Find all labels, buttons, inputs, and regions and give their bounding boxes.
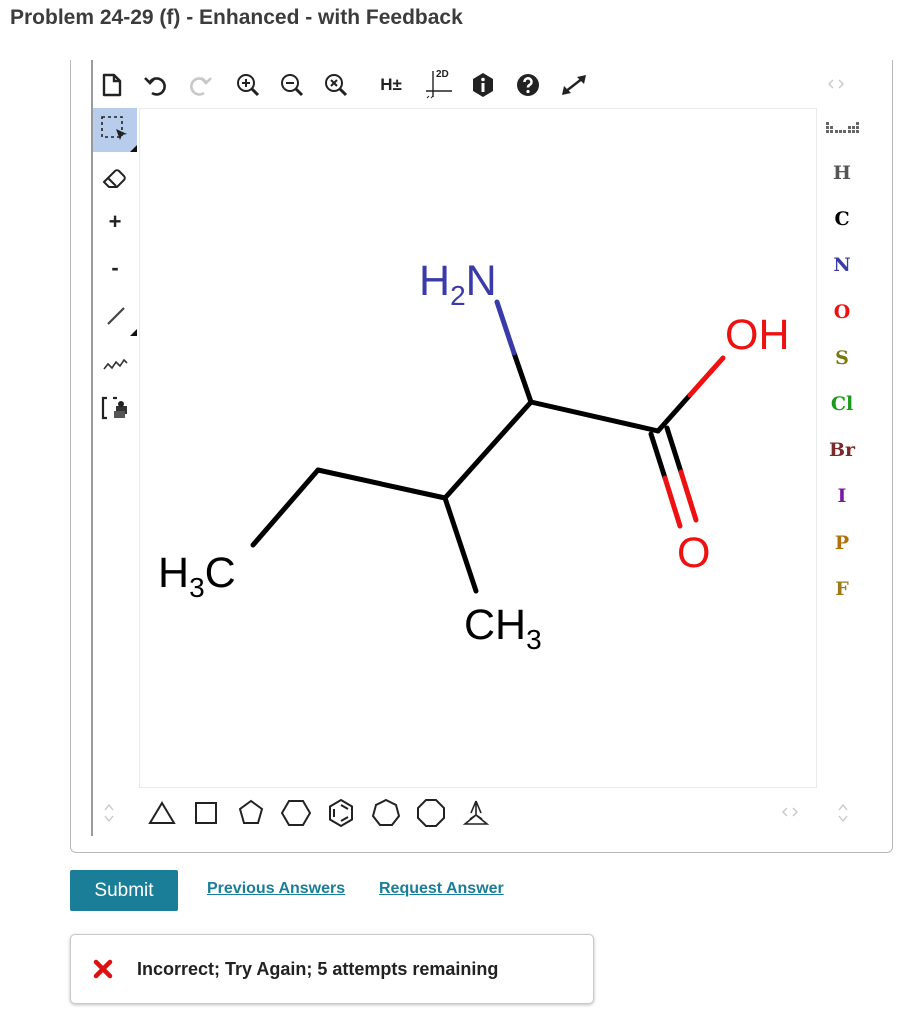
element-cl-button[interactable]: Cl: [818, 393, 866, 415]
element-h-button[interactable]: H: [818, 162, 866, 184]
cyclopentane-icon[interactable]: [234, 796, 268, 830]
methyl-bottom-label: CH3: [464, 601, 542, 655]
previous-answers-link[interactable]: Previous Answers: [207, 880, 345, 898]
chain-tool-icon[interactable]: [93, 342, 137, 382]
fullscreen-icon[interactable]: [559, 70, 589, 100]
left-toolbar: + -: [93, 106, 137, 796]
methyl-left-label: H3C: [158, 549, 236, 603]
cycloheptane-icon[interactable]: [369, 796, 403, 830]
top-toolbar: H± 2D: [93, 62, 865, 106]
hydrogen-toggle[interactable]: H±: [373, 70, 409, 100]
redo-icon[interactable]: [185, 70, 215, 100]
charge-plus-button[interactable]: +: [93, 202, 137, 242]
bond-alpha-carboxyl: [528, 399, 661, 434]
top-scroll-arrows-icon[interactable]: [823, 74, 849, 94]
bond-carbonyl-a-black: [648, 431, 668, 481]
zoom-reset-icon[interactable]: [321, 70, 351, 100]
template-library-icon[interactable]: [93, 388, 137, 428]
feedback-box: Incorrect; Try Again; 5 attempts remaini…: [70, 934, 594, 1004]
bond-alpha-n-blue: [494, 299, 517, 356]
x-mark-icon: [93, 959, 113, 979]
element-i-button[interactable]: I: [818, 485, 866, 507]
bond-ch2-ch: [315, 467, 448, 501]
zoom-in-icon[interactable]: [233, 70, 263, 100]
charge-minus-button[interactable]: -: [93, 248, 137, 288]
bond-carboxyl-oh-black: [655, 392, 693, 434]
element-o-button[interactable]: O: [818, 301, 866, 323]
bottom-right-scroll-icon[interactable]: [835, 800, 851, 826]
clean-2d-icon[interactable]: 2D: [421, 66, 455, 102]
element-c-button[interactable]: C: [818, 208, 866, 230]
undo-icon[interactable]: [141, 70, 171, 100]
bond-ch-alpha: [442, 399, 534, 501]
element-p-button[interactable]: P: [818, 532, 866, 554]
cyclooctane-icon[interactable]: [414, 796, 448, 830]
eraser-icon[interactable]: [93, 158, 137, 198]
bottom-left-scroll-icon[interactable]: [101, 800, 117, 826]
cyclobutane-icon[interactable]: [189, 796, 223, 830]
element-n-button[interactable]: N: [818, 254, 866, 276]
submit-button[interactable]: Submit: [70, 870, 178, 911]
bond-carbonyl-b-black: [664, 425, 684, 475]
feedback-status: Incorrect; Try Again; 5 attempts remaini…: [137, 959, 499, 979]
element-f-button[interactable]: F: [818, 578, 866, 600]
molecule-structure: H2N OH O H3C CH3: [158, 257, 790, 655]
select-tool-icon[interactable]: [93, 108, 137, 152]
bond-carbonyl-a-red: [662, 475, 683, 529]
zoom-out-icon[interactable]: [277, 70, 307, 100]
bond-submenu-corner: [130, 329, 137, 336]
info-icon[interactable]: [468, 70, 498, 100]
drawing-canvas[interactable]: H2N OH O H3C CH3: [139, 108, 817, 788]
single-bond-icon[interactable]: [93, 296, 137, 336]
bottom-scroll-arrows-icon[interactable]: [777, 802, 803, 822]
new-document-icon[interactable]: [97, 70, 127, 100]
hydroxyl-label: OH: [725, 311, 790, 359]
element-s-button[interactable]: S: [818, 347, 866, 369]
clean-2d-label: 2D: [436, 69, 449, 80]
bottom-toolbar: [93, 790, 865, 836]
page-title: Problem 24-29 (f) - Enhanced - with Feed…: [10, 6, 463, 29]
bond-ch3left-ch2: [250, 467, 321, 548]
periodic-table-icon[interactable]: [824, 116, 860, 142]
bicyclic-template-icon[interactable]: [459, 796, 493, 830]
cyclohexane-icon[interactable]: [279, 796, 313, 830]
element-br-button[interactable]: Br: [818, 439, 866, 461]
request-answer-link[interactable]: Request Answer: [379, 880, 504, 898]
bond-alpha-n-black: [511, 350, 534, 405]
help-icon[interactable]: [513, 70, 543, 100]
amine-label: H2N: [419, 257, 497, 311]
benzene-icon[interactable]: [324, 796, 358, 830]
right-toolbar: H C N O S Cl Br I P F: [818, 106, 866, 796]
bond-carboxyl-oh-red: [687, 355, 726, 398]
carbonyl-oxygen-label: O: [677, 529, 710, 577]
bond-ch-ch3bottom: [442, 495, 479, 594]
cyclopropane-icon[interactable]: [145, 796, 179, 830]
select-submenu-corner: [130, 145, 137, 152]
bond-carbonyl-b-red: [678, 469, 699, 523]
